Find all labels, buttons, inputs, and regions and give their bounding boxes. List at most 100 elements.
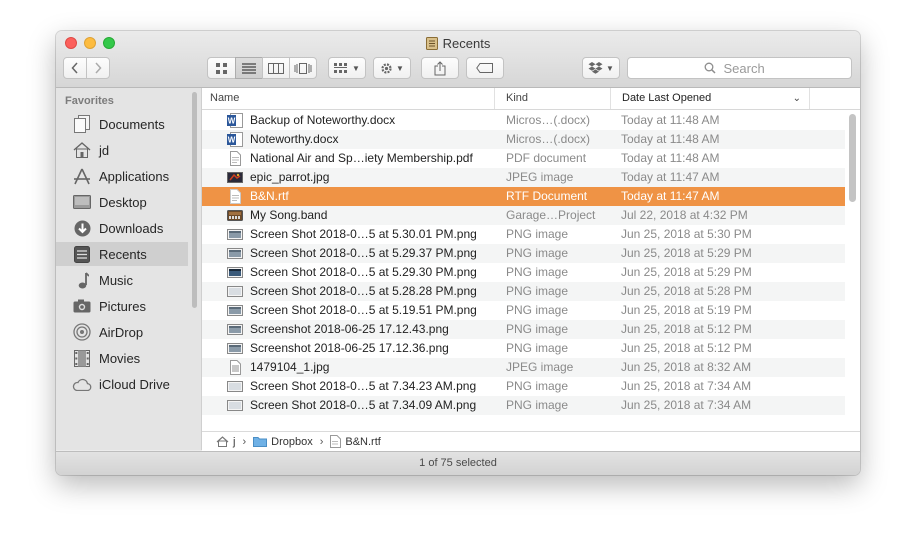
home-icon (216, 436, 229, 447)
chevron-down-icon: ▼ (606, 63, 614, 73)
column-view-icon (268, 62, 284, 74)
file-kind: PNG image (506, 246, 569, 260)
file-row[interactable]: Screen Shot 2018-0…5 at 7.34.09 AM.png P… (202, 396, 845, 415)
path-item-label: B&N.rtf (345, 435, 381, 448)
sidebar-heading-favorites: Favorites (65, 95, 114, 107)
list-view-icon (242, 62, 256, 74)
sidebar-item-desktop[interactable]: Desktop (56, 190, 188, 214)
sidebar-item-downloads[interactable]: Downloads (56, 216, 188, 240)
file-row[interactable]: Screen Shot 2018-0…5 at 5.29.37 PM.png P… (202, 244, 845, 263)
column-header-date[interactable]: Date Last Opened ⌄ (611, 88, 810, 109)
list-view-button[interactable] (235, 57, 263, 79)
file-row[interactable]: National Air and Sp…iety Membership.pdf … (202, 149, 845, 168)
forward-button[interactable] (86, 57, 110, 79)
status-bar: 1 of 75 selected (56, 451, 860, 475)
recents-icon (425, 36, 438, 50)
file-kind: PNG image (506, 341, 569, 355)
sidebar-item-label: Documents (99, 116, 165, 132)
screenshot-icon (227, 381, 243, 392)
group-icon (334, 62, 348, 73)
sidebar-item-documents[interactable]: Documents (56, 112, 188, 136)
chevron-down-icon: ▼ (396, 63, 404, 73)
file-name: National Air and Sp…iety Membership.pdf (250, 151, 473, 165)
svg-text:W: W (228, 117, 236, 126)
search-input[interactable] (721, 59, 776, 77)
file-row[interactable]: Screenshot 2018-06-25 17.12.43.png PNG i… (202, 320, 845, 339)
sidebar-item-jd[interactable]: jd (56, 138, 188, 162)
sidebar-item-icloud-drive[interactable]: iCloud Drive (56, 372, 188, 396)
screenshot-icon (227, 343, 243, 354)
file-row[interactable]: Screen Shot 2018-0…5 at 5.28.28 PM.png P… (202, 282, 845, 301)
svg-text:W: W (228, 136, 236, 145)
sidebar-item-airdrop[interactable]: AirDrop (56, 320, 188, 344)
file-date: Jun 25, 2018 at 5:30 PM (621, 227, 752, 241)
file-name: Screen Shot 2018-0…5 at 5.29.30 PM.png (250, 265, 477, 279)
window-title-text: Recents (442, 35, 491, 51)
file-name: Screenshot 2018-06-25 17.12.43.png (250, 322, 449, 336)
sidebar-item-movies[interactable]: Movies (56, 346, 188, 370)
screenshot-icon (227, 324, 243, 335)
chevron-right-icon: › (242, 435, 247, 448)
action-button[interactable]: ▼ (373, 57, 411, 79)
file-row[interactable]: W Backup of Noteworthy.docx Micros…(.doc… (202, 111, 845, 130)
file-kind: JPEG image (506, 360, 574, 374)
rtf-icon (330, 435, 342, 448)
file-name: epic_parrot.jpg (250, 170, 330, 184)
column-header-date-label: Date Last Opened (622, 92, 712, 104)
search-field[interactable] (627, 57, 852, 79)
group-button[interactable]: ▼ (328, 57, 366, 79)
file-row[interactable]: Screen Shot 2018-0…5 at 5.29.30 PM.png P… (202, 263, 845, 282)
file-name: B&N.rtf (250, 189, 289, 203)
back-button[interactable] (63, 57, 87, 79)
file-date: Jun 25, 2018 at 5:28 PM (621, 284, 752, 298)
finder-window: Recents ▼ ▼ ▼ Search Favorites Documents… (56, 31, 860, 475)
movies-icon (72, 349, 92, 367)
sidebar-scrollbar[interactable] (192, 92, 197, 308)
sidebar-item-pictures[interactable]: Pictures (56, 294, 188, 318)
file-row[interactable]: Screen Shot 2018-0…5 at 7.34.23 AM.png P… (202, 377, 845, 396)
file-kind: PNG image (506, 322, 569, 336)
file-name: Screen Shot 2018-0…5 at 5.28.28 PM.png (250, 284, 477, 298)
dropbox-button[interactable]: ▼ (582, 57, 620, 79)
path-item-label: Dropbox (271, 435, 313, 448)
screenshot-icon (227, 305, 243, 316)
file-row[interactable]: Screenshot 2018-06-25 17.12.36.png PNG i… (202, 339, 845, 358)
file-row[interactable]: Screen Shot 2018-0…5 at 5.19.51 PM.png P… (202, 301, 845, 320)
column-view-button[interactable] (262, 57, 290, 79)
file-kind: Micros…(.docx) (506, 113, 591, 127)
file-row[interactable]: Screen Shot 2018-0…5 at 5.30.01 PM.png P… (202, 225, 845, 244)
file-name: Screen Shot 2018-0…5 at 5.29.37 PM.png (250, 246, 477, 260)
file-name: Screenshot 2018-06-25 17.12.36.png (250, 341, 449, 355)
column-header-kind[interactable]: Kind (495, 88, 611, 109)
file-row[interactable]: W Noteworthy.docx Micros…(.docx) Today a… (202, 130, 845, 149)
path-item-file[interactable]: B&N.rtf (330, 435, 381, 448)
file-date: Today at 11:48 AM (621, 113, 720, 127)
file-row-selected[interactable]: B&N.rtf RTF Document Today at 11:47 AM (202, 187, 845, 206)
rtf-icon (230, 189, 241, 204)
file-list-scrollbar[interactable] (849, 114, 856, 202)
share-button[interactable] (421, 57, 459, 79)
sidebar-item-label: Music (99, 272, 133, 288)
sidebar-item-label: Downloads (99, 220, 164, 236)
home-icon (72, 141, 92, 159)
applications-icon (72, 167, 92, 185)
icon-view-button[interactable] (207, 57, 236, 79)
sidebar-item-recents[interactable]: Recents (56, 242, 188, 266)
file-row[interactable]: epic_parrot.jpg JPEG image Today at 11:4… (202, 168, 845, 187)
path-item-home[interactable]: j (216, 436, 235, 448)
file-row[interactable]: My Song.band Garage…Project Jul 22, 2018… (202, 206, 845, 225)
sidebar-item-label: Applications (99, 168, 170, 184)
sidebar-item-music[interactable]: Music (56, 268, 188, 292)
sidebar-item-applications[interactable]: Applications (56, 164, 188, 188)
path-item-dropbox[interactable]: Dropbox (253, 436, 313, 448)
view-mode-control (207, 57, 317, 79)
cloud-icon (72, 375, 92, 393)
chevron-down-icon: ▼ (352, 63, 360, 73)
cover-flow-button[interactable] (289, 57, 317, 79)
tag-button[interactable] (466, 57, 504, 79)
file-date: Jun 25, 2018 at 7:34 AM (621, 379, 752, 393)
photo-icon (230, 360, 241, 375)
file-row[interactable]: 1479104_1.jpg JPEG image Jun 25, 2018 at… (202, 358, 845, 377)
column-header-name[interactable]: Name (202, 88, 495, 109)
file-date: Jun 25, 2018 at 8:32 AM (621, 360, 752, 374)
